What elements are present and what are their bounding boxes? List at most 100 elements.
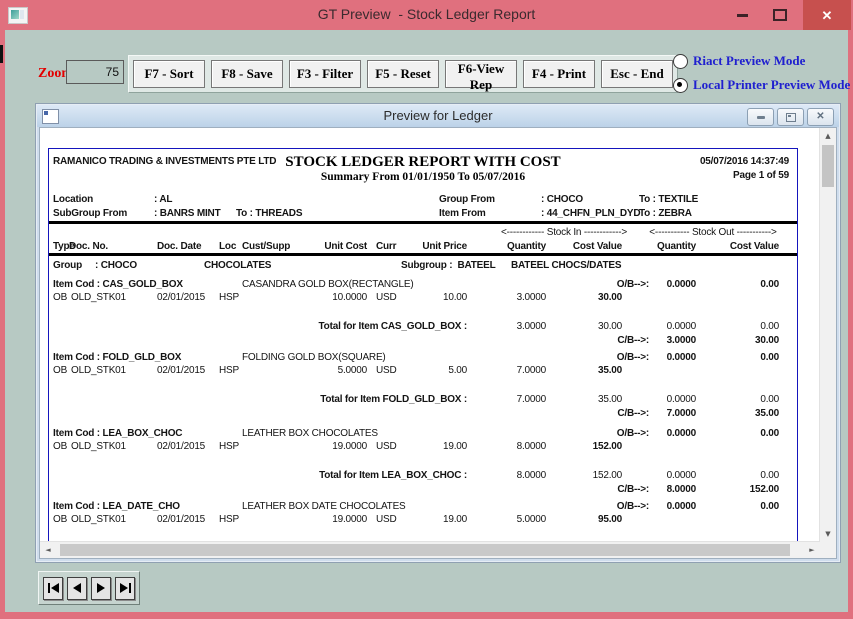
report-text: HSP xyxy=(219,441,239,452)
nav-next-button[interactable] xyxy=(91,577,111,600)
item-code: Item Cod : CAS_GOLD_BOX xyxy=(53,279,183,290)
report-text: 95.00 xyxy=(598,514,622,525)
horizontal-scroll-thumb[interactable] xyxy=(60,544,790,556)
restore-icon xyxy=(786,113,796,122)
report-text: 0.0000 xyxy=(667,470,696,481)
minimize-icon xyxy=(757,116,765,119)
report-text: USD xyxy=(376,292,397,303)
report-text: OLD_STK01 xyxy=(71,292,126,303)
maximize-button[interactable] xyxy=(765,0,795,30)
mode-label: Riact Preview Mode xyxy=(693,53,805,69)
report-datetime: 05/07/2016 14:37:49 xyxy=(700,156,789,167)
item-code: Item Cod : LEA_BOX_CHOC xyxy=(53,428,182,439)
first-record-icon xyxy=(48,583,50,593)
report-text: To : THREADS xyxy=(236,208,302,219)
column-header: Quantity xyxy=(657,241,696,252)
preview-minimize-button[interactable] xyxy=(747,108,774,126)
close-button[interactable]: ✕ xyxy=(803,0,851,30)
radio-selected-icon[interactable] xyxy=(673,78,688,93)
report-text: OB xyxy=(53,365,67,376)
horizontal-scrollbar[interactable]: ◄ ► xyxy=(40,541,820,558)
report-text: 0.00 xyxy=(760,501,779,512)
report-text: 02/01/2015 xyxy=(157,514,205,525)
report-text: : BANRS MINT xyxy=(154,208,220,219)
scroll-down-icon[interactable]: ▼ xyxy=(820,526,836,542)
preview-close-button[interactable]: ✕ xyxy=(807,108,834,126)
column-header: Loc xyxy=(219,241,236,252)
item-total-label: Total for Item FOLD_GLD_BOX : xyxy=(320,394,467,405)
report-page-number: Page 1 of 59 xyxy=(733,170,789,181)
report-text: 3.0000 xyxy=(517,292,546,303)
close-icon: ✕ xyxy=(822,9,833,22)
radio-icon[interactable] xyxy=(673,54,688,69)
report-text: 19.00 xyxy=(443,441,467,452)
previous-record-icon xyxy=(73,583,81,593)
record-nav-panel xyxy=(38,571,140,605)
nav-last-button[interactable] xyxy=(115,577,135,600)
report-text: 35.00 xyxy=(755,408,779,419)
nav-first-button[interactable] xyxy=(43,577,63,600)
mode-label: Local Printer Preview Mode xyxy=(693,77,850,93)
toolbar-button-f8[interactable]: F8 - Save xyxy=(211,60,283,88)
minimize-button[interactable] xyxy=(727,0,757,30)
scroll-left-icon[interactable]: ◄ xyxy=(40,542,56,558)
report-text: 8.0000 xyxy=(517,470,546,481)
zoom-input[interactable] xyxy=(66,60,124,84)
report-text: HSP xyxy=(219,292,239,303)
report-text: : CHOCO xyxy=(95,260,137,271)
report-text: 7.0000 xyxy=(517,365,546,376)
report-text: 0.00 xyxy=(760,279,779,290)
report-text: 7.0000 xyxy=(667,408,696,419)
titlebar: GT Preview - Stock Ledger Report ✕ xyxy=(0,0,853,30)
screen-edge-artifact xyxy=(0,45,3,63)
item-total-label: Total for Item CAS_GOLD_BOX : xyxy=(319,321,467,332)
closing-balance-label: C/B-->: xyxy=(617,484,649,495)
item-description: LEATHER BOX CHOCOLATES xyxy=(242,428,378,439)
report-text: 0.0000 xyxy=(667,352,696,363)
scroll-up-icon[interactable]: ▲ xyxy=(820,128,836,144)
toolbar-button-f4[interactable]: F4 - Print xyxy=(523,60,595,88)
preview-restore-button[interactable] xyxy=(777,108,804,126)
report-text: 152.00 xyxy=(593,441,622,452)
report-text: USD xyxy=(376,365,397,376)
report-text: USD xyxy=(376,514,397,525)
mode-option-1[interactable]: Riact Preview Mode xyxy=(673,52,850,70)
vertical-scroll-thumb[interactable] xyxy=(822,145,834,187)
report-subtitle: Summary From 01/01/1950 To 05/07/2016 xyxy=(321,171,525,183)
closing-balance-label: C/B-->: xyxy=(617,335,649,346)
report-text: 0.00 xyxy=(760,352,779,363)
report-text: OB xyxy=(53,292,67,303)
report-divider xyxy=(49,253,797,256)
report-text: 0.0000 xyxy=(667,428,696,439)
report-text: 152.00 xyxy=(593,470,622,481)
vertical-scrollbar[interactable]: ▲ ▼ xyxy=(819,128,836,542)
scroll-right-icon[interactable]: ► xyxy=(804,542,820,558)
report-text: 35.00 xyxy=(598,394,622,405)
report-text: CHOCOLATES xyxy=(204,260,271,271)
report-text: : 44_CHFN_PLN_DYD xyxy=(541,208,640,219)
report-text: HSP xyxy=(219,365,239,376)
nav-previous-button[interactable] xyxy=(67,577,87,600)
item-description: LEATHER BOX DATE CHOCOLATES xyxy=(242,501,406,512)
stock-in-span-header: <------------ Stock In ------------> xyxy=(501,227,627,238)
column-header: Curr xyxy=(376,241,396,252)
report-text: 7.0000 xyxy=(517,394,546,405)
item-code: Item Cod : LEA_DATE_CHO xyxy=(53,501,180,512)
toolbar-button-f3[interactable]: F3 - Filter xyxy=(289,60,361,88)
column-header: Cost Value xyxy=(730,241,779,252)
report-page: RAMANICO TRADING & INVESTMENTS PTE LTDST… xyxy=(48,148,798,559)
toolbar-button-f7[interactable]: F7 - Sort xyxy=(133,60,205,88)
preview-titlebar: Preview for Ledger ✕ xyxy=(37,105,839,127)
opening-balance-label: O/B-->: xyxy=(617,279,649,290)
report-text: 152.00 xyxy=(750,484,779,495)
report-text: : AL xyxy=(154,194,172,205)
report-text: 10.00 xyxy=(443,292,467,303)
mode-option-2[interactable]: Local Printer Preview Mode xyxy=(673,76,850,94)
item-total-label: Total for Item LEA_BOX_CHOC : xyxy=(319,470,467,481)
report-text: : CHOCO xyxy=(541,194,583,205)
report-text: 30.00 xyxy=(755,335,779,346)
report-text: 5.0000 xyxy=(338,365,367,376)
toolbar-button-f6[interactable]: F6-View Rep xyxy=(445,60,517,88)
toolbar-button-f5[interactable]: F5 - Reset xyxy=(367,60,439,88)
toolbar-button-esc[interactable]: Esc - End xyxy=(601,60,673,88)
